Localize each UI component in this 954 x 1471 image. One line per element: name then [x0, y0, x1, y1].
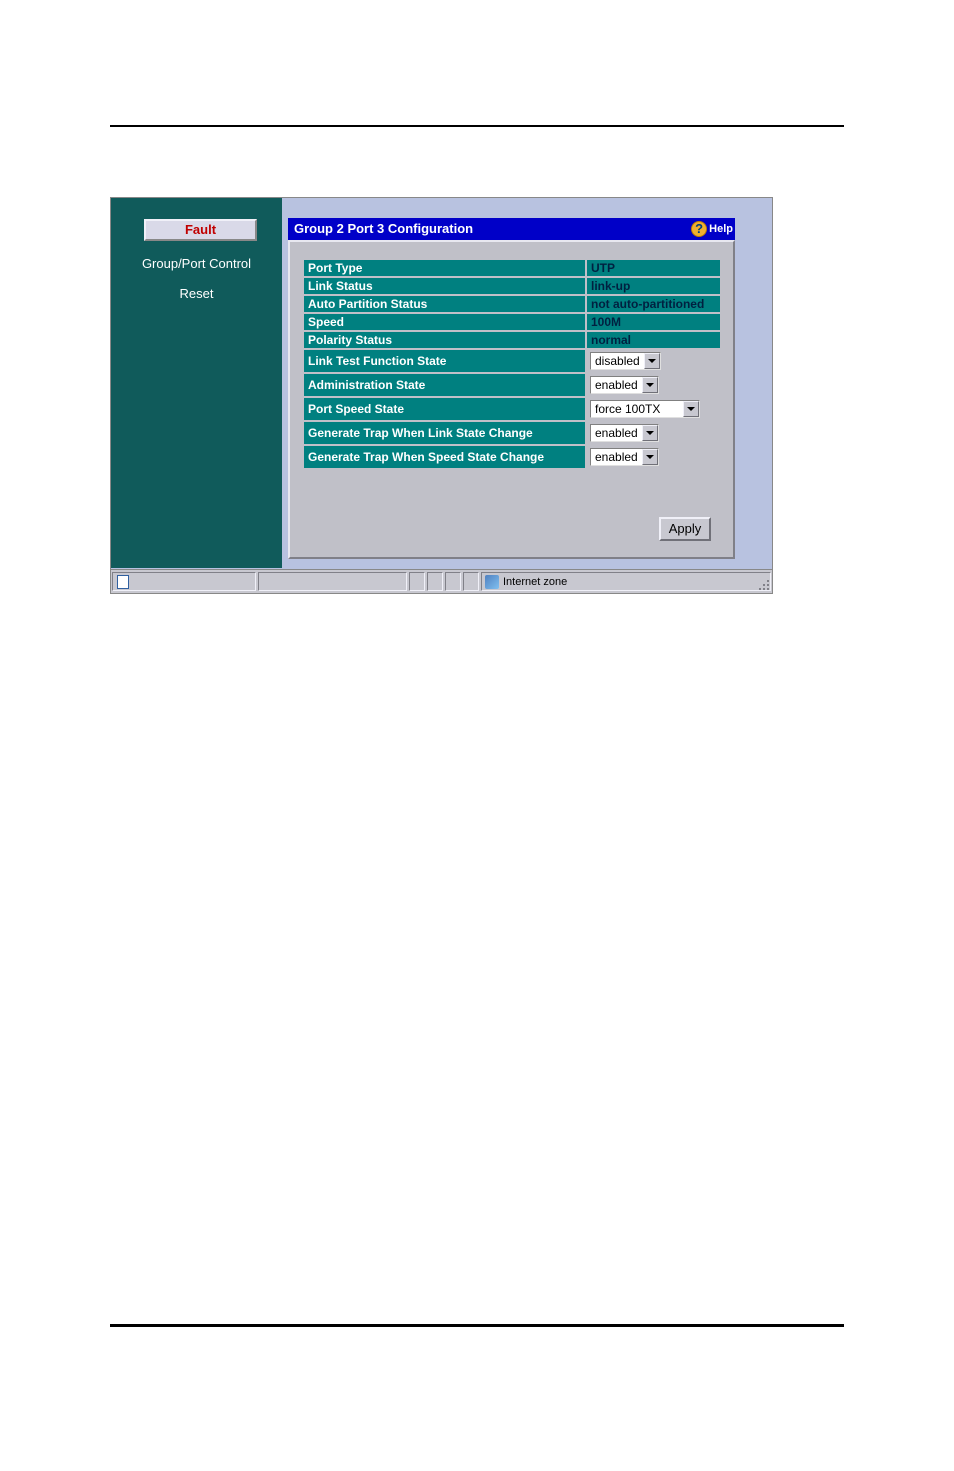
- status-bar: Internet zone: [111, 569, 772, 593]
- select-link-test-state[interactable]: disabled: [590, 352, 661, 370]
- chevron-down-icon: [642, 425, 658, 441]
- select-trap-speed-change[interactable]: enabled: [590, 448, 659, 466]
- config-panel: Port Type UTP Link Status link-up Auto P…: [288, 240, 735, 559]
- value-link-status: link-up: [586, 277, 721, 295]
- status-cell-zone: Internet zone: [481, 572, 771, 591]
- value-auto-partition: not auto-partitioned: [586, 295, 721, 313]
- status-cell-small-2: [427, 572, 443, 591]
- document-icon: [116, 575, 130, 589]
- value-port-type: UTP: [586, 259, 721, 277]
- chevron-down-icon: [683, 401, 699, 417]
- help-button[interactable]: ? Help: [691, 219, 733, 239]
- label-admin-state: Administration State: [303, 373, 586, 397]
- row-trap-speed-change: Generate Trap When Speed State Change en…: [303, 445, 721, 469]
- sidebar: Fault Group/Port Control Reset: [111, 198, 282, 568]
- label-port-type: Port Type: [303, 259, 586, 277]
- label-auto-partition: Auto Partition Status: [303, 295, 586, 313]
- row-port-type: Port Type UTP: [303, 259, 721, 277]
- status-cell-left: [112, 572, 256, 591]
- row-port-speed-state: Port Speed State force 100TX: [303, 397, 721, 421]
- select-admin-state[interactable]: enabled: [590, 376, 659, 394]
- row-link-test-state: Link Test Function State disabled: [303, 349, 721, 373]
- apply-button[interactable]: Apply: [659, 517, 711, 541]
- sidebar-item-reset[interactable]: Reset: [111, 286, 282, 301]
- chevron-down-icon: [642, 377, 658, 393]
- row-admin-state: Administration State enabled: [303, 373, 721, 397]
- config-table: Port Type UTP Link Status link-up Auto P…: [302, 258, 722, 470]
- value-polarity: normal: [586, 331, 721, 349]
- label-port-speed-state: Port Speed State: [303, 397, 586, 421]
- fault-button[interactable]: Fault: [144, 219, 257, 241]
- status-cell-small-3: [445, 572, 461, 591]
- title-bar: Group 2 Port 3 Configuration ? Help: [288, 218, 735, 240]
- status-cell-blank: [258, 572, 407, 591]
- internet-zone-text: Internet zone: [503, 576, 567, 588]
- horizontal-rule-bottom: [110, 1324, 844, 1327]
- label-link-status: Link Status: [303, 277, 586, 295]
- row-trap-link-change: Generate Trap When Link State Change ena…: [303, 421, 721, 445]
- label-polarity: Polarity Status: [303, 331, 586, 349]
- help-icon: ?: [691, 221, 707, 237]
- help-label: Help: [709, 218, 733, 240]
- label-trap-link-change: Generate Trap When Link State Change: [303, 421, 586, 445]
- sidebar-item-group-port-control[interactable]: Group/Port Control: [111, 256, 282, 271]
- content-area: Group 2 Port 3 Configuration ? Help Port…: [282, 198, 774, 568]
- value-speed: 100M: [586, 313, 721, 331]
- internet-zone-icon: [485, 575, 499, 589]
- row-polarity: Polarity Status normal: [303, 331, 721, 349]
- row-link-status: Link Status link-up: [303, 277, 721, 295]
- status-cell-small-1: [409, 572, 425, 591]
- chevron-down-icon: [644, 353, 660, 369]
- status-cell-small-4: [463, 572, 479, 591]
- select-port-speed-state[interactable]: force 100TX: [590, 400, 700, 418]
- row-auto-partition: Auto Partition Status not auto-partition…: [303, 295, 721, 313]
- label-speed: Speed: [303, 313, 586, 331]
- select-trap-link-change[interactable]: enabled: [590, 424, 659, 442]
- row-speed: Speed 100M: [303, 313, 721, 331]
- horizontal-rule-top: [110, 125, 844, 127]
- app-window: Fault Group/Port Control Reset Group 2 P…: [110, 197, 773, 594]
- label-trap-speed-change: Generate Trap When Speed State Change: [303, 445, 586, 469]
- resize-grip-icon[interactable]: [756, 577, 770, 591]
- chevron-down-icon: [642, 449, 658, 465]
- label-link-test-state: Link Test Function State: [303, 349, 586, 373]
- title-text: Group 2 Port 3 Configuration: [294, 221, 473, 236]
